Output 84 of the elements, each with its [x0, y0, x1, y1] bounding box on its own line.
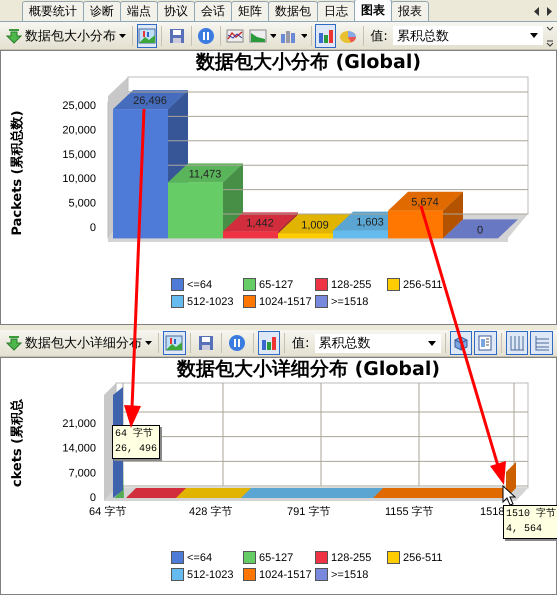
x-axis-label: 1155 字节	[385, 506, 434, 518]
tab[interactable]: 报表	[391, 1, 429, 21]
y-axis-label: 0	[90, 222, 96, 234]
bar-value-label: 26,496	[133, 95, 167, 108]
vertical-gridlines-icon	[508, 334, 526, 352]
value-select[interactable]: 累积总数	[314, 334, 441, 352]
tab[interactable]: 概要统计	[22, 1, 84, 21]
download-arrow-icon	[6, 28, 22, 44]
pause-icon	[228, 334, 246, 352]
bar-chart-icon	[260, 334, 278, 352]
legend-label: 128-255	[331, 278, 372, 290]
bar-value-label: 1,009	[301, 219, 329, 232]
value-label: 值:	[370, 28, 388, 44]
legend-label: 256-511	[403, 278, 443, 290]
x-axis-label: 428 字节	[189, 506, 232, 518]
caret-icon	[145, 341, 152, 345]
legend-label: 65-127	[259, 278, 294, 290]
toolbar-overflow-icon[interactable]	[544, 24, 554, 48]
horizontal-gridlines-icon	[532, 334, 551, 352]
legend-label: >=1518	[331, 568, 368, 580]
tab[interactable]: 图表	[354, 0, 392, 21]
legend-label: 65-127	[259, 552, 294, 564]
y-axis-title: Packets (累积总数)	[10, 110, 25, 236]
y-axis-label: 15,000	[62, 148, 96, 161]
chart-view-button[interactable]	[162, 331, 186, 355]
bar-value-label: 5,674	[411, 196, 439, 209]
x-axis-label: 791 字节	[287, 506, 330, 518]
legend-label: <=64	[187, 278, 212, 290]
tab[interactable]: 矩阵	[231, 1, 269, 21]
legend-label: 1024-1517	[259, 296, 312, 308]
line-chart-icon	[226, 26, 244, 44]
legend-label: <=64	[187, 552, 212, 564]
tooltip: 64 字节 26, 496	[112, 425, 160, 459]
y-axis-label: 14,000	[62, 442, 96, 455]
legend-label: 1024-1517	[259, 568, 312, 580]
legend-label: 512-1023	[187, 296, 234, 308]
value-select[interactable]: 累积总数	[392, 26, 543, 45]
x-axis-label: 64 字节	[89, 506, 126, 518]
pause-icon	[196, 26, 215, 44]
bar-chart-button[interactable]	[315, 24, 336, 48]
mouse-cursor-icon	[502, 484, 516, 506]
chart-title: 数据包大小分布 (Global)	[196, 51, 422, 74]
legend-label: 128-255	[331, 552, 372, 564]
legend-label: 512-1023	[187, 568, 234, 580]
tab[interactable]: 会话	[194, 1, 232, 21]
bar-value-label: 1,603	[356, 216, 384, 229]
vertical-grid-button[interactable]	[506, 331, 528, 355]
tab[interactable]: 协议	[157, 1, 195, 21]
tab-scroll-icon[interactable]	[533, 7, 553, 16]
tab[interactable]: 日志	[317, 1, 355, 21]
save-icon	[196, 334, 215, 352]
bar-chart-button[interactable]	[258, 331, 280, 355]
chart-title: 数据包大小详细分布 (Global)	[176, 358, 440, 381]
y-axis-label: 25,000	[62, 100, 96, 112]
bar-value-label: 0	[476, 224, 484, 236]
y-axis-label: 20,000	[62, 124, 96, 136]
y-axis-label: 0	[90, 492, 96, 504]
tab[interactable]: 数据包	[268, 1, 318, 21]
chart-picture-icon	[165, 334, 184, 352]
y-axis-title: ckets (累积总	[10, 398, 25, 488]
tooltip: 1510 字节 4, 564	[503, 505, 557, 539]
chart-picture-icon	[138, 26, 156, 44]
document-icon	[476, 334, 494, 352]
legend-label: 256-511	[403, 552, 443, 564]
chart-view-button[interactable]	[136, 24, 158, 48]
tab[interactable]: 端点	[120, 1, 158, 21]
y-axis-label: 7,000	[68, 467, 96, 480]
tab[interactable]: 诊断	[83, 1, 121, 21]
download-arrow-icon	[6, 335, 22, 351]
y-axis-label: 21,000	[62, 418, 96, 430]
caret-icon	[119, 34, 126, 38]
document-button[interactable]	[474, 331, 497, 355]
bar-value-label: 1,442	[246, 217, 274, 230]
save-icon	[168, 26, 186, 44]
area-chart-icon	[248, 26, 267, 44]
y-axis-label: 10,000	[62, 173, 96, 186]
y-axis-label: 5,000	[68, 198, 96, 210]
report-dropdown[interactable]: 数据包大小分布	[4, 26, 128, 44]
bar-value-label: 11,473	[188, 168, 222, 180]
value-label: 值:	[292, 335, 310, 352]
caret-icon	[530, 33, 538, 38]
horizontal-grid-button[interactable]	[530, 331, 553, 355]
caret-icon	[428, 340, 436, 346]
legend-label: >=1518	[331, 296, 368, 308]
